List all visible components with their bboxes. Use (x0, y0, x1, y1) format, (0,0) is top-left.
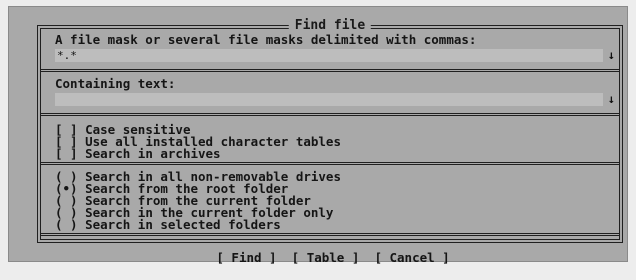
button-bar: [ Find ] [ Table ] [ Cancel ] (9, 235, 627, 280)
separator (41, 162, 619, 165)
file-mask-history-icon[interactable]: ↓ (608, 49, 615, 62)
containing-text-input[interactable]: ↓ (55, 93, 615, 106)
file-mask-input[interactable]: *.* ↓ (55, 49, 615, 62)
file-mask-label: A file mask or several file masks delimi… (55, 32, 477, 47)
find-file-dialog: Find file A file mask or several file ma… (8, 6, 628, 265)
find-button[interactable]: [ Find ] (216, 250, 276, 265)
radio-selected-folders[interactable]: ( ) Search in selected folders (55, 218, 281, 232)
containing-text-history-icon[interactable]: ↓ (608, 93, 615, 106)
separator (41, 113, 619, 116)
file-mask-value: *.* (57, 49, 77, 62)
dialog-frame: Find file A file mask or several file ma… (37, 18, 623, 243)
table-button[interactable]: [ Table ] (292, 250, 360, 265)
checkbox-mark: [ ] (55, 146, 78, 161)
radio-mark: ( ) (55, 217, 78, 232)
radio-label: Search in selected folders (85, 217, 281, 232)
separator (41, 69, 619, 72)
cancel-button[interactable]: [ Cancel ] (374, 250, 449, 265)
checkbox-search-archives[interactable]: [ ] Search in archives (55, 147, 221, 161)
containing-text-label: Containing text: (55, 76, 176, 91)
checkbox-label: Search in archives (85, 146, 221, 161)
